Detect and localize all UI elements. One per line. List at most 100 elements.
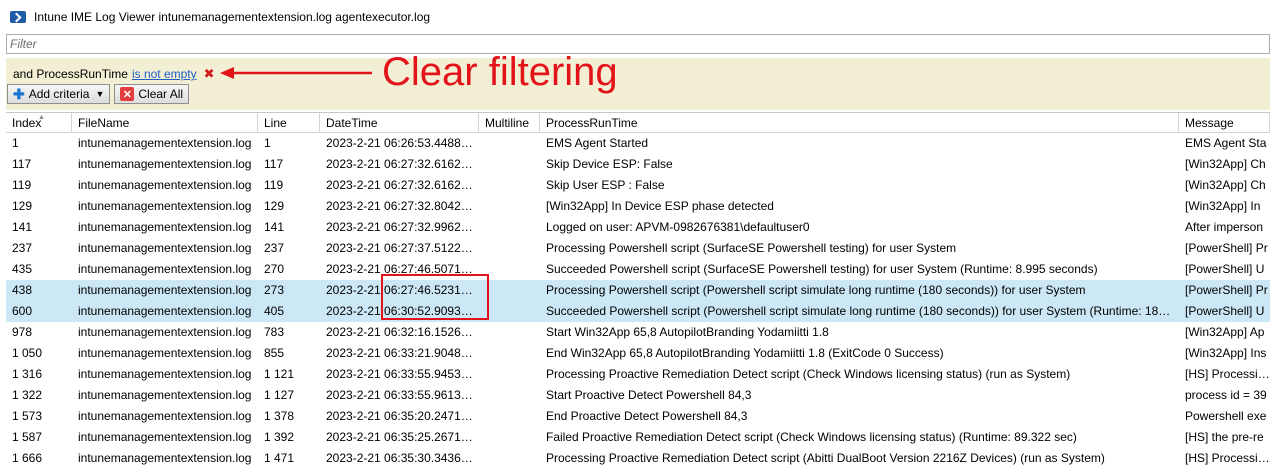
filter-input[interactable] xyxy=(10,37,1269,51)
cell-index: 1 573 xyxy=(12,409,43,423)
table-row[interactable]: 141 intunemanagementextension.log 141 2023-… xyxy=(6,217,1270,238)
table-row[interactable]: 978 intunemanagementextension.log 783 2023-… xyxy=(6,322,1270,343)
table-row[interactable]: 117 intunemanagementextension.log 117 2023-… xyxy=(6,154,1270,175)
cell-multiline xyxy=(479,133,540,154)
criteria-row: and ProcessRunTime is not empty ✖ xyxy=(13,66,215,82)
cell-line: 855 xyxy=(264,346,285,360)
table-row[interactable]: 600 intunemanagementextension.log 405 2023-… xyxy=(6,301,1270,322)
cell-index: 1 316 xyxy=(12,367,43,381)
column-header-index[interactable]: Index ▲ xyxy=(6,113,72,132)
cell-message: [PowerShell] U xyxy=(1185,304,1265,318)
cell-multiline xyxy=(479,406,540,427)
column-header-multiline[interactable]: Multiline xyxy=(479,113,540,132)
table-row[interactable]: 1 573 intunemanagementextension.log 1 378 2… xyxy=(6,406,1270,427)
cell-message: [Win32App] Ch xyxy=(1185,178,1266,192)
clear-icon: ✕ xyxy=(120,87,135,101)
cell-multiline xyxy=(479,280,540,301)
cell-filename: intunemanagementextension.log xyxy=(78,388,252,402)
cell-line: 270 xyxy=(264,262,285,276)
column-header-message[interactable]: Message xyxy=(1179,113,1270,132)
cell-line: 237 xyxy=(264,241,285,255)
cell-filename: intunemanagementextension.log xyxy=(78,325,252,339)
cell-index: 237 xyxy=(12,241,33,255)
filter-box[interactable] xyxy=(6,34,1270,54)
cell-message: [Win32App] Ap xyxy=(1185,325,1265,339)
cell-datetime: 2023-2-21 06:33:21.9048482 xyxy=(326,346,479,360)
cell-line: 1 xyxy=(264,136,271,150)
cell-index: 119 xyxy=(12,178,32,192)
cell-message: EMS Agent Sta xyxy=(1185,136,1267,150)
annotation-label: Clear filtering xyxy=(382,50,618,94)
column-header-filename[interactable]: FileName xyxy=(72,113,258,132)
sort-ascending-icon: ▲ xyxy=(38,114,45,121)
column-header-line[interactable]: Line xyxy=(258,113,320,132)
cell-datetime: 2023-2-21 06:30:52.9093638 xyxy=(326,304,479,318)
column-header-datetime[interactable]: DateTime xyxy=(320,113,479,132)
cell-multiline xyxy=(479,364,540,385)
cell-message: [Win32App] In xyxy=(1185,199,1261,213)
cell-message: [PowerShell] Pr xyxy=(1185,241,1268,255)
table-row[interactable]: 119 intunemanagementextension.log 119 2023-… xyxy=(6,175,1270,196)
cell-index: 1 xyxy=(12,136,19,150)
criteria-condition-link[interactable]: is not empty xyxy=(132,67,197,81)
cell-multiline xyxy=(479,448,540,467)
table-row[interactable]: 1 316 intunemanagementextension.log 1 121 2… xyxy=(6,364,1270,385)
cell-index: 117 xyxy=(12,157,32,171)
cell-index: 978 xyxy=(12,325,33,339)
cell-filename: intunemanagementextension.log xyxy=(78,283,252,297)
cell-multiline xyxy=(479,238,540,259)
remove-criteria-icon[interactable]: ✖ xyxy=(204,66,215,82)
cell-multiline xyxy=(479,427,540,448)
cell-message: After imperson xyxy=(1185,220,1264,234)
cell-datetime: 2023-2-21 06:35:25.2671972 xyxy=(326,430,479,444)
cell-filename: intunemanagementextension.log xyxy=(78,157,252,171)
table-row[interactable]: 435 intunemanagementextension.log 270 2023-… xyxy=(6,259,1270,280)
table-row[interactable]: 129 intunemanagementextension.log 129 2023-… xyxy=(6,196,1270,217)
cell-index: 1 666 xyxy=(12,451,43,465)
table-row[interactable]: 237 intunemanagementextension.log 237 2023-… xyxy=(6,238,1270,259)
cell-line: 1 378 xyxy=(264,409,295,423)
plus-icon: ✚ xyxy=(13,86,25,102)
cell-multiline xyxy=(479,385,540,406)
cell-index: 438 xyxy=(12,283,33,297)
cell-datetime: 2023-2-21 06:27:32.9962237 xyxy=(326,220,479,234)
cell-datetime: 2023-2-21 06:27:32.6162224 xyxy=(326,157,479,171)
cell-processruntime: Skip User ESP : False xyxy=(546,178,665,192)
criteria-panel: and ProcessRunTime is not empty ✖ ✚ Add … xyxy=(6,58,1270,110)
cell-line: 1 127 xyxy=(264,388,295,402)
table-row[interactable]: 1 050 intunemanagementextension.log 855 202… xyxy=(6,343,1270,364)
clear-all-button[interactable]: ✕ Clear All xyxy=(114,84,190,104)
cell-filename: intunemanagementextension.log xyxy=(78,409,252,423)
table-row[interactable]: 1 587 intunemanagementextension.log 1 392 2… xyxy=(6,427,1270,448)
cell-index: 600 xyxy=(12,304,33,318)
cell-datetime: 2023-2-21 06:27:46.5231452 xyxy=(326,283,479,297)
table-row[interactable]: 1 666 intunemanagementextension.log 1 471 2… xyxy=(6,448,1270,467)
cell-filename: intunemanagementextension.log xyxy=(78,199,252,213)
cell-processruntime: Start Win32App 65,8 AutopilotBranding Yo… xyxy=(546,325,829,339)
cell-datetime: 2023-2-21 06:33:55.9613688 xyxy=(326,388,479,402)
cell-message: [HS] Processing xyxy=(1185,451,1270,465)
cell-line: 1 392 xyxy=(264,430,295,444)
cell-filename: intunemanagementextension.log xyxy=(78,262,252,276)
cell-filename: intunemanagementextension.log xyxy=(78,136,252,150)
cell-line: 141 xyxy=(264,220,285,234)
cell-datetime: 2023-2-21 06:27:32.6162224 xyxy=(326,178,479,192)
add-criteria-button[interactable]: ✚ Add criteria ▼ xyxy=(7,84,111,104)
column-header-processruntime[interactable]: ProcessRunTime xyxy=(540,113,1179,132)
powershell-icon xyxy=(10,10,26,23)
cell-message: [PowerShell] Pr xyxy=(1185,283,1268,297)
cell-filename: intunemanagementextension.log xyxy=(78,241,252,255)
cell-processruntime: Start Proactive Detect Powershell 84,3 xyxy=(546,388,752,402)
table-header: Index ▲ FileName Line DateTime Multiline… xyxy=(6,113,1270,133)
cell-line: 405 xyxy=(264,304,285,318)
cell-message: [HS] Processing xyxy=(1185,367,1270,381)
cell-filename: intunemanagementextension.log xyxy=(78,451,252,465)
clear-all-label: Clear All xyxy=(138,87,184,101)
table-row[interactable]: 438 intunemanagementextension.log 273 2023-… xyxy=(6,280,1270,301)
table-row[interactable]: 1 322 intunemanagementextension.log 1 127 2… xyxy=(6,385,1270,406)
cell-processruntime: Failed Proactive Remediation Detect scri… xyxy=(546,430,1077,444)
table-row[interactable]: 1 intunemanagementextension.log 1 2023-2-21… xyxy=(6,133,1270,154)
cell-datetime: 2023-2-21 06:35:30.3436615 xyxy=(326,451,479,465)
cell-datetime: 2023-2-21 06:32:16.1526776 xyxy=(326,325,479,339)
cell-multiline xyxy=(479,217,540,238)
